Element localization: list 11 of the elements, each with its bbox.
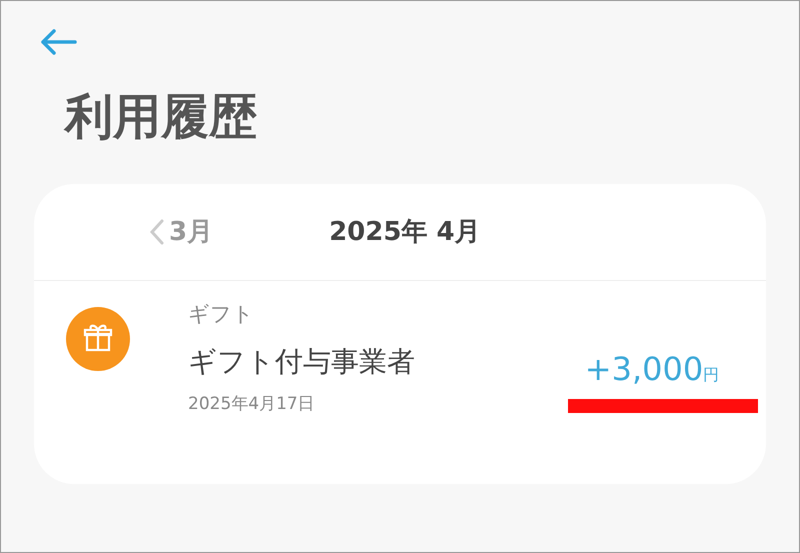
- back-arrow-icon: [39, 28, 77, 56]
- page-title: 利用履歴: [65, 88, 257, 147]
- gift-icon: [66, 307, 130, 371]
- chevron-left-icon: [149, 218, 165, 246]
- back-button[interactable]: [39, 27, 79, 57]
- previous-month-button[interactable]: 3月: [149, 212, 214, 252]
- transaction-amount: +3,000円: [584, 349, 720, 390]
- current-month: 2025年 4月: [329, 216, 481, 248]
- transaction-category: ギフト: [188, 301, 255, 328]
- transaction-date: 2025年4月17日: [188, 393, 316, 416]
- transaction-name: ギフト付与事業者: [188, 344, 415, 380]
